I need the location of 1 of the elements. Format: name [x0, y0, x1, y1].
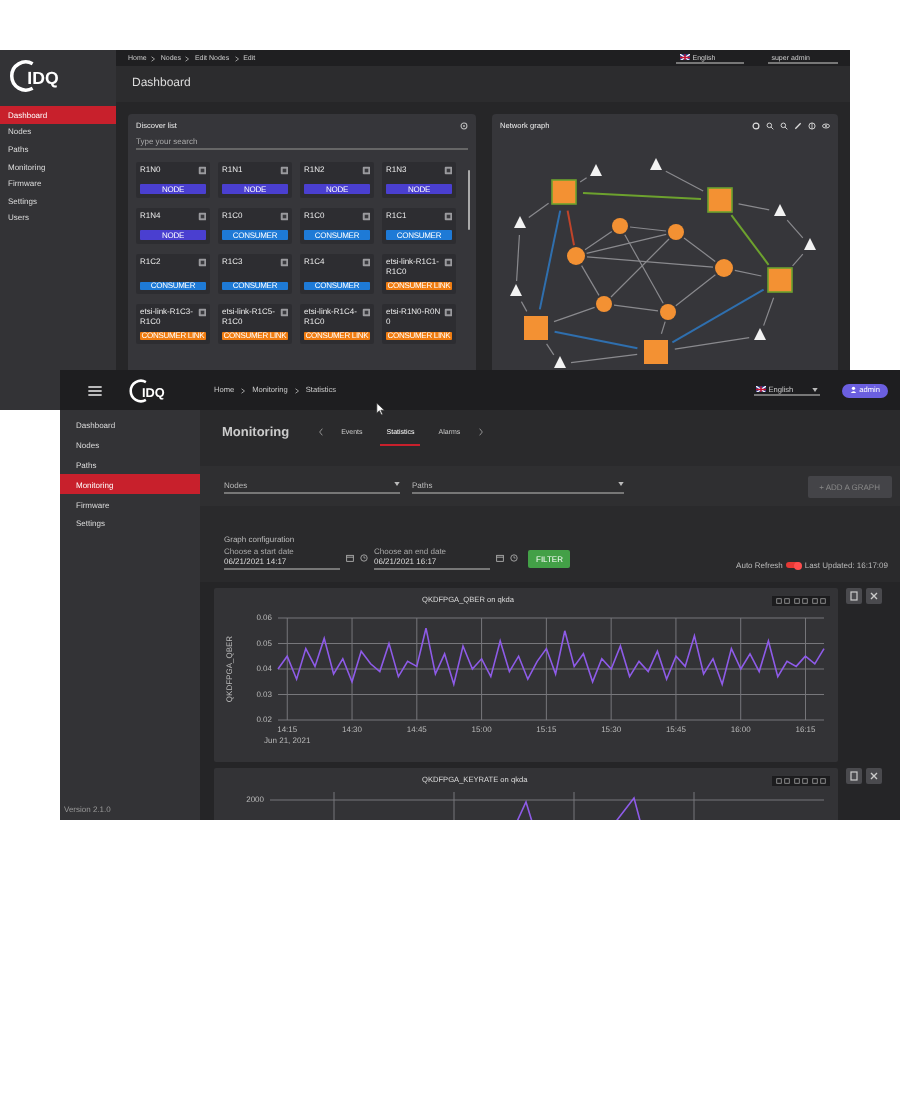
logo: IDQ: [8, 58, 96, 94]
